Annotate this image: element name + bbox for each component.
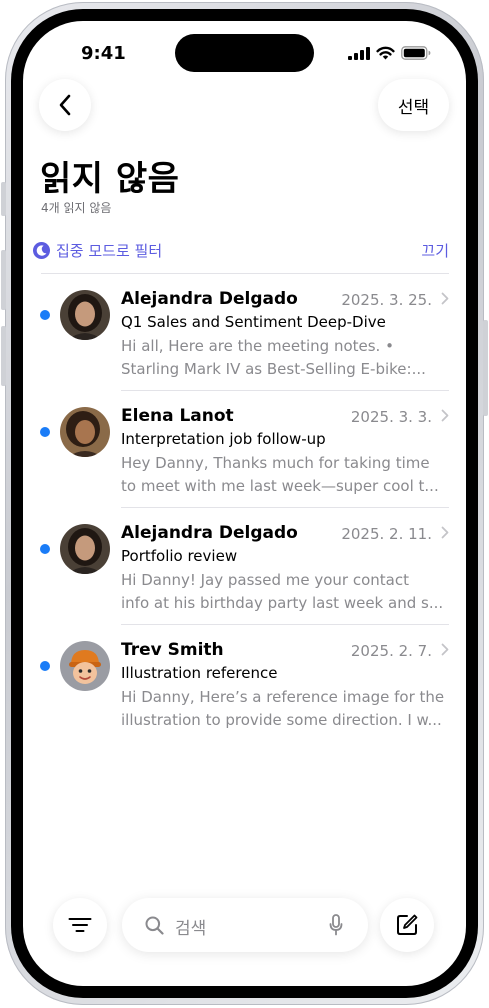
mail-preview: Hi Danny! Jay passed me your contact inf… — [121, 569, 449, 615]
avatar — [60, 407, 110, 457]
unread-indicator — [40, 310, 50, 320]
battery-icon — [401, 46, 431, 60]
mail-subject: Interpretation job follow-up — [121, 430, 326, 448]
unread-count: 4개 읽지 않음 — [41, 201, 112, 215]
mail-preview: Hey Danny, Thanks much for taking time t… — [121, 452, 449, 498]
wifi-icon — [376, 46, 395, 60]
cellular-signal-icon — [348, 46, 370, 60]
mail-subject: Q1 Sales and Sentiment Deep-Dive — [121, 313, 386, 331]
mail-sender: Elena Lanot — [121, 406, 234, 426]
mail-preview-line: info at his birthday party last week and… — [121, 594, 444, 612]
moon-icon — [33, 242, 50, 259]
mail-preview-line: to meet with me last week—super cool t..… — [121, 477, 439, 495]
device-volume-down-button — [1, 326, 6, 386]
mail-preview: Hi Danny, Here’s a reference image for t… — [121, 686, 449, 732]
mail-preview-line: Hey Danny, Thanks much for taking time — [121, 454, 430, 472]
focus-filter-row: 집중 모드로 필터 끄기 — [33, 240, 449, 261]
chevron-right-icon — [441, 409, 449, 422]
mail-preview-line: Starling Mark IV as Best-Selling E-bike:… — [121, 360, 426, 378]
compose-button[interactable] — [380, 898, 434, 952]
mail-list-item[interactable]: Alejandra Delgado 2025. 3. 25. Q1 Sales … — [23, 274, 466, 391]
mail-list: Alejandra Delgado 2025. 3. 25. Q1 Sales … — [23, 274, 466, 742]
chevron-left-icon — [59, 94, 71, 116]
microphone-icon[interactable] — [329, 914, 343, 936]
filter-lines-icon — [68, 918, 92, 932]
magnifier-icon — [145, 916, 164, 935]
mail-sender: Alejandra Delgado — [121, 289, 298, 309]
focus-filter-off-button[interactable]: 끄기 — [421, 240, 449, 261]
focus-filter-label[interactable]: 집중 모드로 필터 — [56, 240, 162, 261]
page-title: 읽지 않음 — [40, 159, 180, 199]
chevron-right-icon — [441, 526, 449, 539]
mail-subject: Illustration reference — [121, 664, 278, 682]
mail-subject: Portfolio review — [121, 547, 238, 565]
mail-list-item[interactable]: Alejandra Delgado 2025. 2. 11. Portfolio… — [23, 508, 466, 625]
mail-preview-line: Hi all, Here are the meeting notes. • — [121, 337, 394, 355]
mail-date: 2025. 3. 25. — [341, 291, 432, 309]
mail-list-item[interactable]: Trev Smith 2025. 2. 7. Illustration refe… — [23, 625, 466, 742]
chevron-right-icon — [441, 292, 449, 305]
device-volume-up-button — [1, 250, 6, 310]
search-bar[interactable]: 검색 — [122, 898, 368, 952]
device-action-button — [1, 182, 6, 216]
unread-indicator — [40, 544, 50, 554]
compose-icon — [397, 914, 418, 935]
mail-preview-line: Hi Danny, Here’s a reference image for t… — [121, 688, 445, 706]
avatar — [60, 641, 110, 691]
filter-button[interactable] — [53, 898, 107, 952]
avatar — [60, 290, 110, 340]
mail-date: 2025. 2. 7. — [350, 642, 432, 660]
avatar — [60, 524, 110, 574]
unread-indicator — [40, 661, 50, 671]
mail-date: 2025. 3. 3. — [350, 408, 432, 426]
mail-preview-line: illustration to provide some direction. … — [121, 711, 442, 729]
mail-preview: Hi all, Here are the meeting notes. • St… — [121, 335, 449, 381]
mail-date: 2025. 2. 11. — [341, 525, 432, 543]
device-power-button — [483, 320, 488, 416]
back-button[interactable] — [39, 79, 91, 131]
mail-sender: Alejandra Delgado — [121, 523, 298, 543]
chevron-right-icon — [441, 643, 449, 656]
mail-preview-line: Hi Danny! Jay passed me your contact — [121, 571, 409, 589]
dynamic-island — [175, 34, 314, 72]
unread-indicator — [40, 427, 50, 437]
status-icons — [348, 46, 431, 60]
mail-list-item[interactable]: Elena Lanot 2025. 3. 3. Interpretation j… — [23, 391, 466, 508]
mail-sender: Trev Smith — [121, 640, 224, 660]
screen: 9:41 선택 읽지 않음 4개 읽지 않음 집중 모드로 필터 끄기 Alej… — [23, 21, 466, 986]
status-time: 9:41 — [81, 43, 126, 64]
search-input[interactable]: 검색 — [175, 914, 206, 939]
select-button[interactable]: 선택 — [378, 79, 449, 131]
